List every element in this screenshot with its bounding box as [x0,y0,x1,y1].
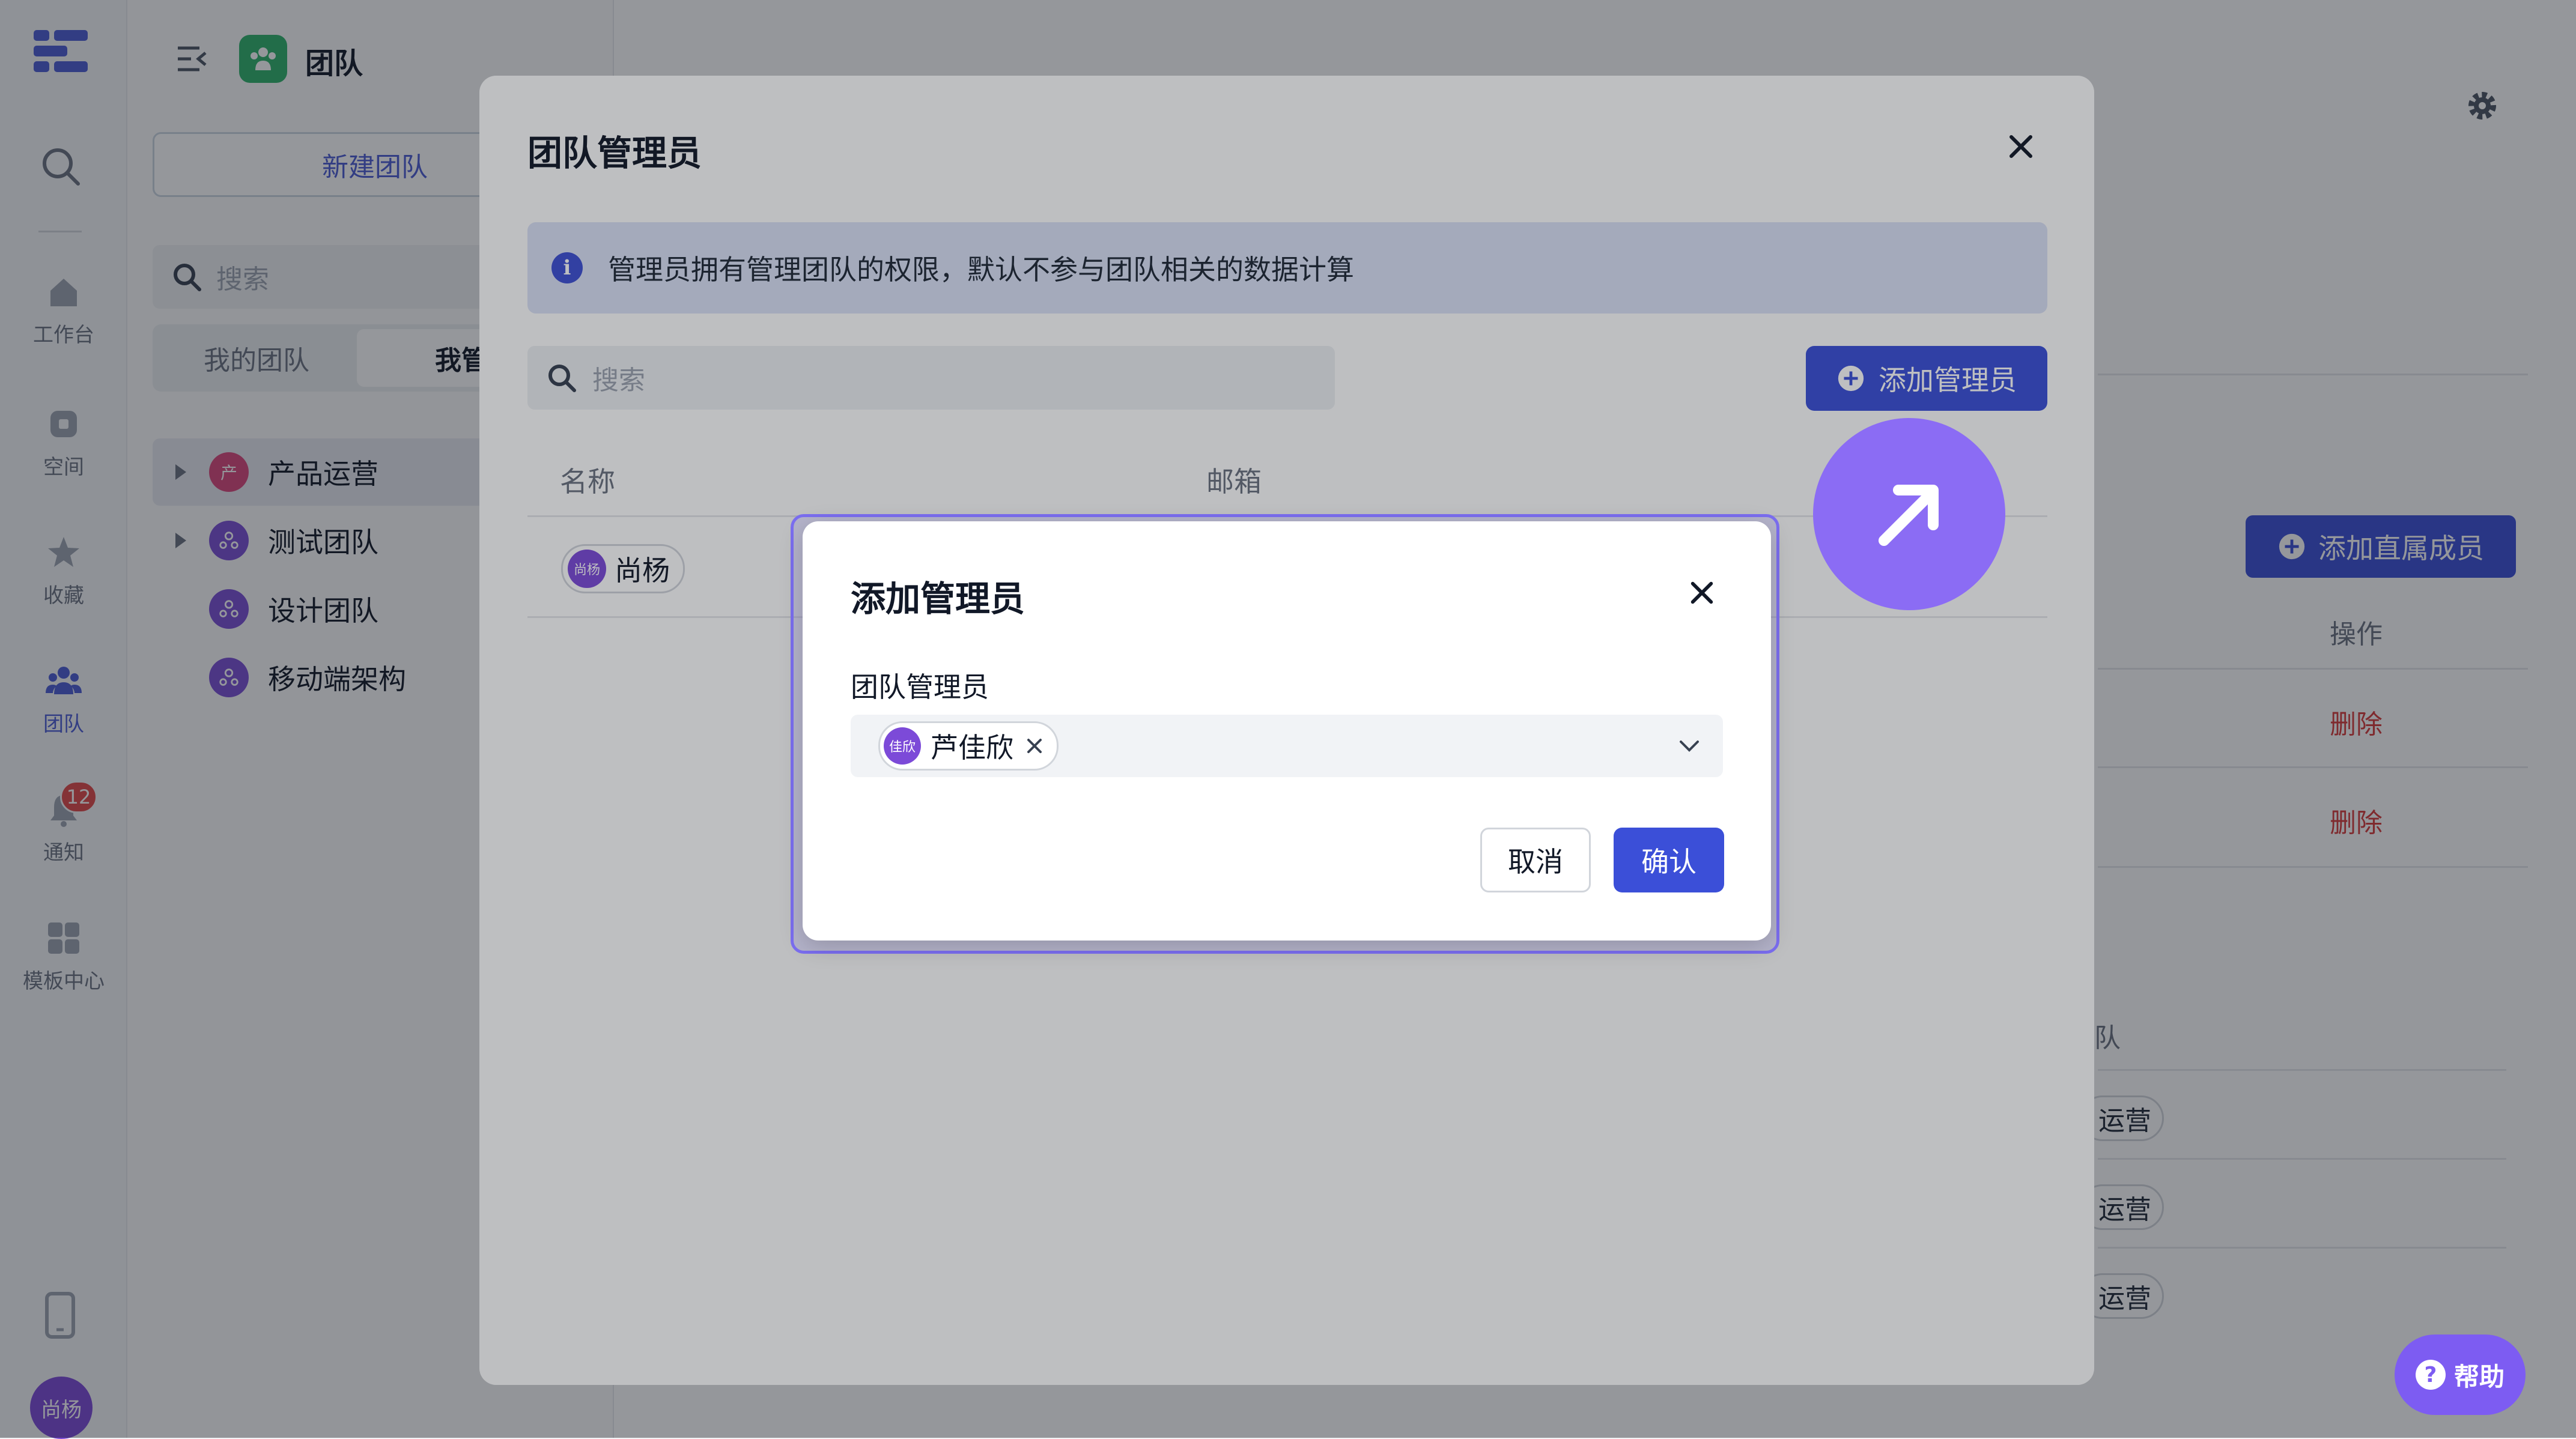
cursor-pointer-indicator [1813,418,2005,610]
selected-user-name: 芦佳欣 [931,732,1013,764]
selected-user-chip: 佳欣 芦佳欣 [878,721,1059,771]
help-button[interactable]: ? 帮助 [2395,1334,2526,1415]
question-icon: ? [2415,1360,2446,1390]
confirm-button[interactable]: 确认 [1614,828,1724,892]
field-label: 团队管理员 [851,671,989,703]
cancel-button[interactable]: 取消 [1480,828,1591,892]
dialog-title: 添加管理员 [851,578,1025,619]
user-avatar: 佳欣 [884,727,921,765]
chevron-down-icon[interactable] [1677,734,1701,758]
help-label: 帮助 [2453,1362,2505,1392]
add-admin-dialog: 添加管理员 团队管理员 佳欣 芦佳欣 取消 确认 [803,521,1771,941]
arrow-up-right-icon [1879,485,1939,546]
close-icon[interactable] [1688,579,1716,607]
remove-chip-icon[interactable] [1025,737,1043,755]
admin-select[interactable]: 佳欣 芦佳欣 [851,715,1723,777]
